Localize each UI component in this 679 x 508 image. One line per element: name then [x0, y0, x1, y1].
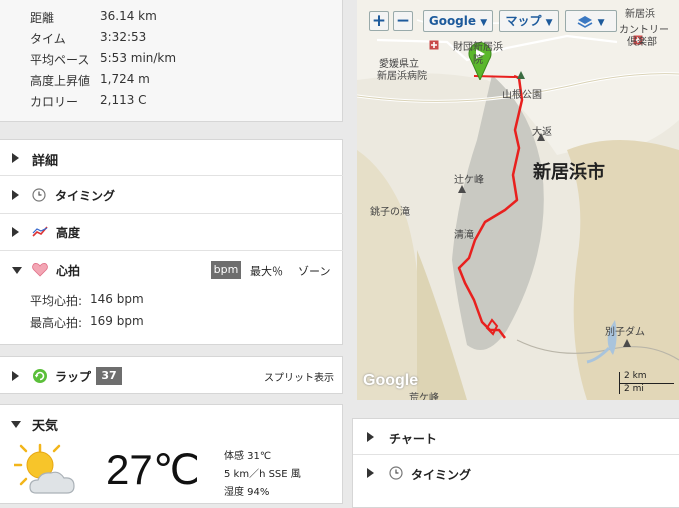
activity-sidebar: 距離 36.14 km タイム 3:32:53 平均ペース 5:53 min/k…	[0, 0, 345, 504]
city-label: 新居浜市	[533, 162, 605, 183]
chevron-down-icon: ▼	[545, 18, 553, 28]
expand-arrow-icon	[367, 432, 374, 442]
bpm-mode-button[interactable]: bpm	[211, 261, 241, 279]
section-heart-rate-label: 心拍	[56, 264, 81, 278]
map-provider-label: Google	[428, 14, 477, 28]
temperature-value: 27℃	[106, 446, 200, 493]
expand-arrow-icon	[12, 371, 19, 381]
section-elevation-label: 高度	[56, 226, 81, 240]
time-value: 3:32:53	[100, 30, 147, 44]
place-label: 倶楽部	[627, 37, 657, 48]
map-layers-button[interactable]: ▼	[565, 10, 617, 32]
laps-refresh-icon	[33, 369, 47, 383]
section-timing-label: タイミング	[411, 468, 472, 482]
collapse-arrow-icon[interactable]	[11, 421, 21, 428]
max-percent-mode-button[interactable]: 最大％	[250, 263, 283, 279]
zoom-in-button[interactable]: +	[369, 11, 389, 31]
elevation-chart-icon	[32, 226, 48, 237]
map-provider-select[interactable]: Google ▼	[423, 10, 493, 32]
section-chart-label: チャート	[389, 432, 437, 446]
section-details[interactable]: 詳細	[0, 140, 343, 176]
zone-mode-button[interactable]: ゾーン	[298, 263, 330, 279]
laps-label: ラップ	[55, 370, 92, 384]
map-scale-bar: 2 km 2 mi	[619, 371, 674, 394]
expand-arrow-icon	[12, 190, 19, 200]
clock-icon	[389, 466, 403, 480]
section-heart-rate: 心拍 bpm 最大％ ゾーン 平均心拍: 146 bpm 最高心拍: 169 b…	[0, 251, 343, 346]
peak-marker-icon	[517, 71, 525, 79]
summary-stats-panel: 距離 36.14 km タイム 3:32:53 平均ペース 5:53 min/k…	[0, 0, 343, 122]
time-label: タイム	[30, 32, 66, 46]
scale-mi-label: 2 mi	[624, 384, 644, 394]
split-view-link[interactable]: スプリット表示	[264, 369, 334, 384]
wind-text: 5 km／h SSE 風	[224, 469, 301, 480]
avg-heart-rate-value: 146 bpm	[90, 292, 144, 306]
laps-panel[interactable]: ラップ 37 スプリット表示	[0, 356, 343, 394]
google-watermark: Google	[363, 372, 419, 389]
expand-arrow-icon	[12, 227, 19, 237]
map-type-select[interactable]: マップ ▼	[499, 10, 559, 32]
place-label: 新居浜病院	[377, 71, 427, 82]
section-elevation[interactable]: 高度	[0, 214, 343, 251]
elevation-gain-value: 1,724 m	[100, 72, 150, 86]
avg-pace-value: 5:53 min/km	[100, 51, 177, 65]
section-details-label: 詳細	[32, 154, 59, 169]
laps-count-badge: 37	[96, 367, 122, 385]
route-map[interactable]: + − Google ▼ マップ ▼ ▼ 新居浜 カントリー 倶楽部 財団新居浜…	[357, 0, 679, 400]
place-label: 大返	[532, 127, 552, 138]
place-label: 山根公園	[502, 90, 542, 101]
calories-value: 2,113 C	[100, 93, 147, 107]
place-label: 院	[473, 55, 483, 66]
distance-label: 距離	[30, 11, 55, 25]
place-label: 清滝	[454, 230, 474, 241]
hospital-icon	[429, 40, 439, 50]
sections-panel: 詳細 タイミング 高度 心拍 bpm 最大％ ゾーン 平均心拍: 146 bpm…	[0, 139, 343, 345]
section-timing-label: タイミング	[55, 189, 116, 203]
humidity-text: 湿度 94%	[224, 487, 270, 498]
calories-label: カロリー	[30, 95, 79, 109]
max-heart-rate-label: 最高心拍:	[30, 316, 83, 330]
weather-title: 天気	[32, 419, 59, 434]
avg-heart-rate-label: 平均心拍:	[30, 294, 83, 308]
place-label: 銚子の滝	[370, 207, 410, 218]
expand-arrow-icon	[367, 468, 374, 478]
avg-pace-label: 平均ペース	[30, 53, 90, 67]
heart-icon	[32, 263, 48, 277]
peak-marker-icon	[623, 339, 631, 347]
place-label: 別子ダム	[605, 327, 645, 338]
place-label: 荒ケ峰	[409, 393, 439, 400]
chevron-down-icon: ▼	[597, 18, 605, 28]
expand-arrow-icon	[12, 153, 19, 163]
max-heart-rate-value: 169 bpm	[90, 314, 144, 328]
feels-like-text: 体感 31℃	[224, 451, 272, 462]
elevation-gain-label: 高度上昇値	[30, 74, 91, 88]
collapse-arrow-icon[interactable]	[12, 267, 22, 274]
distance-value: 36.14 km	[100, 9, 157, 23]
layers-icon	[578, 15, 593, 28]
section-chart[interactable]: チャート	[353, 419, 679, 455]
weather-panel: 天気 27℃ 体感 31℃ 5 km／h SSE 風 湿度 94%	[0, 404, 343, 504]
scale-km-label: 2 km	[624, 371, 647, 381]
bottom-sections-panel: チャート タイミング	[352, 418, 679, 508]
section-timing-bottom[interactable]: タイミング	[353, 455, 679, 493]
place-label: 辻ケ峰	[454, 175, 484, 186]
partly-cloudy-icon	[14, 443, 75, 494]
clock-icon	[32, 188, 46, 202]
section-timing[interactable]: タイミング	[0, 176, 343, 214]
map-type-label: マップ	[505, 14, 542, 28]
chevron-down-icon: ▼	[480, 18, 488, 28]
zoom-out-button[interactable]: −	[393, 11, 413, 31]
place-label: 新居浜	[625, 9, 655, 20]
